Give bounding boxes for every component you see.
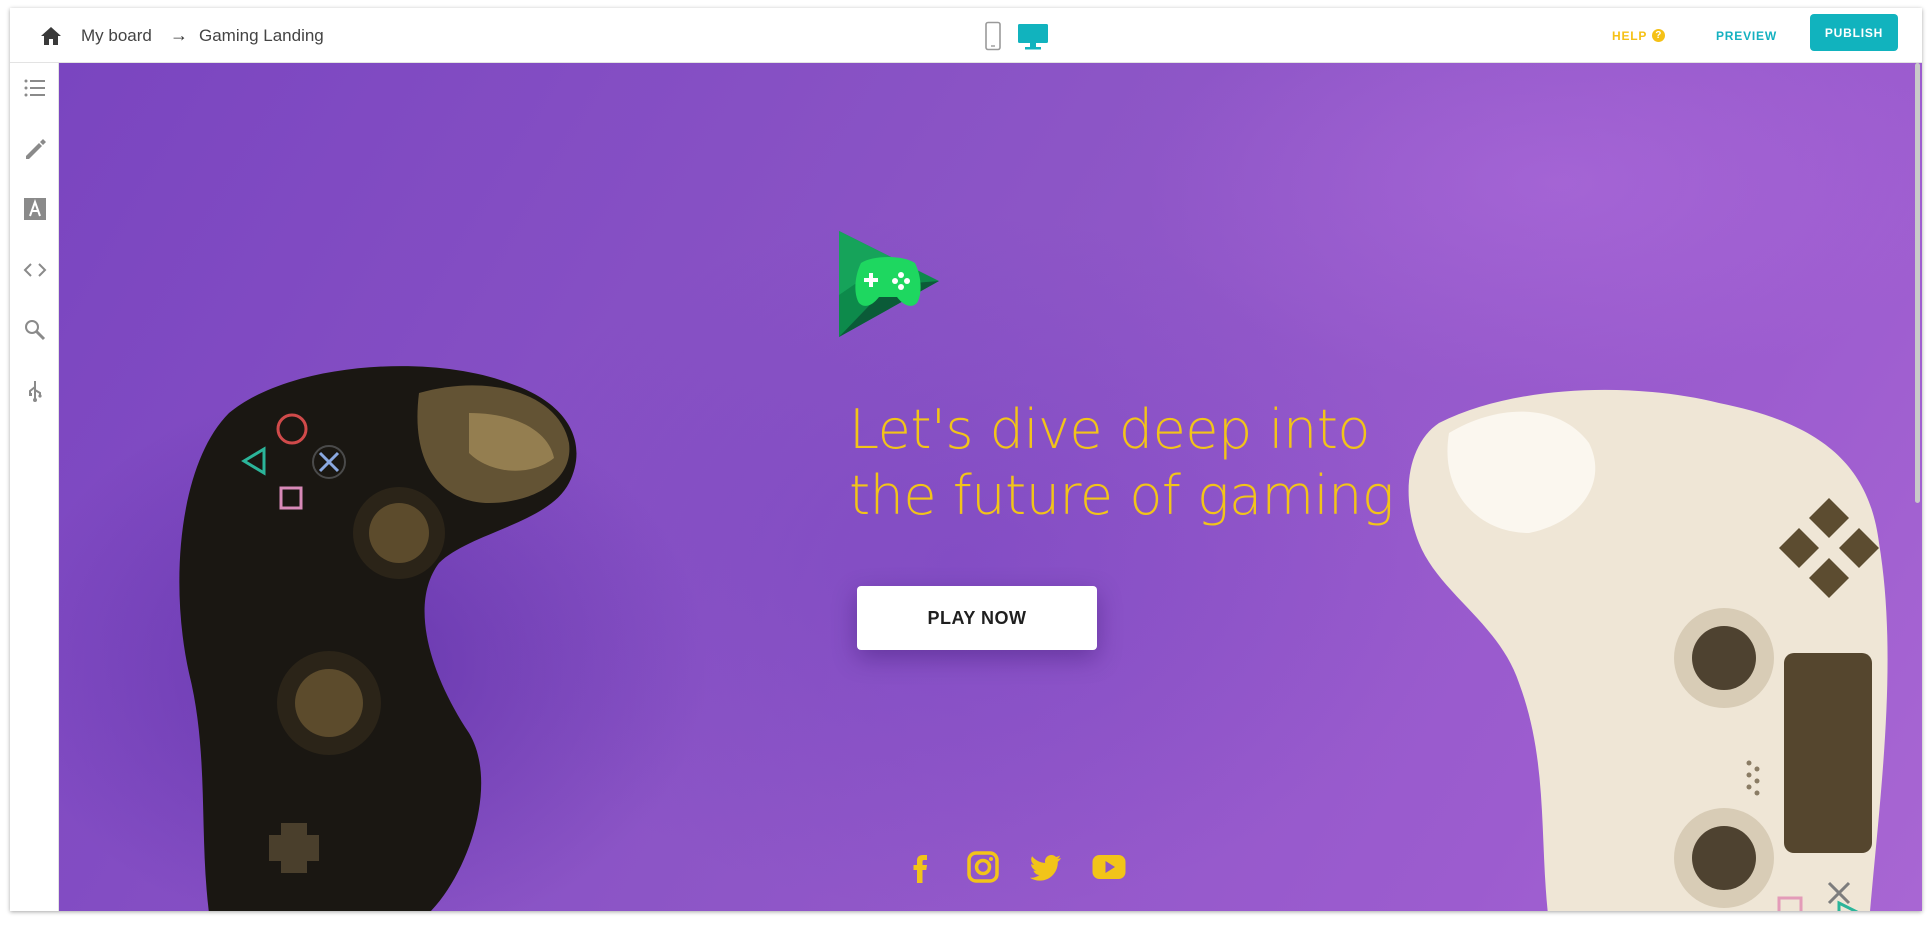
list-icon[interactable] xyxy=(22,75,48,101)
instagram-icon[interactable] xyxy=(965,849,1001,885)
dark-gamepad-image xyxy=(179,366,577,911)
home-icon[interactable] xyxy=(38,24,64,48)
headline-line-1: Let's dive deep into xyxy=(849,398,1370,461)
publish-button[interactable]: PUBLISH xyxy=(1810,14,1898,51)
code-icon[interactable] xyxy=(22,257,48,283)
twitter-icon[interactable] xyxy=(1028,849,1064,885)
help-link[interactable]: HELP ? xyxy=(1612,8,1666,63)
breadcrumb-board-link[interactable]: My board xyxy=(81,8,152,63)
pencil-icon[interactable] xyxy=(22,136,48,162)
preview-button[interactable]: PREVIEW xyxy=(1716,8,1777,63)
game-controller-logo-icon xyxy=(839,231,939,337)
search-zoom-icon[interactable] xyxy=(22,317,48,343)
youtube-icon[interactable] xyxy=(1091,849,1127,885)
question-icon: ? xyxy=(1652,29,1666,42)
breadcrumb-arrow-icon: → xyxy=(170,25,188,45)
play-now-button[interactable]: PLAY NOW xyxy=(857,586,1097,650)
headline-line-2: the future of gaming xyxy=(849,464,1394,527)
mobile-view-icon[interactable] xyxy=(984,21,1002,51)
editor-window: My board → Gaming Landing HELP ? PREVIEW… xyxy=(10,8,1922,911)
help-label: HELP xyxy=(1612,28,1648,43)
facebook-icon[interactable] xyxy=(902,849,938,885)
breadcrumb-page-title[interactable]: Gaming Landing xyxy=(199,8,324,63)
canvas-scrollbar[interactable] xyxy=(1915,63,1920,503)
hero-headline: Let's dive deep into the future of gamin… xyxy=(849,397,1489,529)
text-a-icon[interactable] xyxy=(22,196,48,222)
page-canvas[interactable]: Let's dive deep into the future of gamin… xyxy=(59,63,1922,911)
desktop-view-icon[interactable] xyxy=(1016,20,1050,52)
left-toolbar xyxy=(10,63,59,911)
top-bar: My board → Gaming Landing HELP ? PREVIEW… xyxy=(10,8,1922,63)
usb-icon[interactable] xyxy=(22,378,48,404)
